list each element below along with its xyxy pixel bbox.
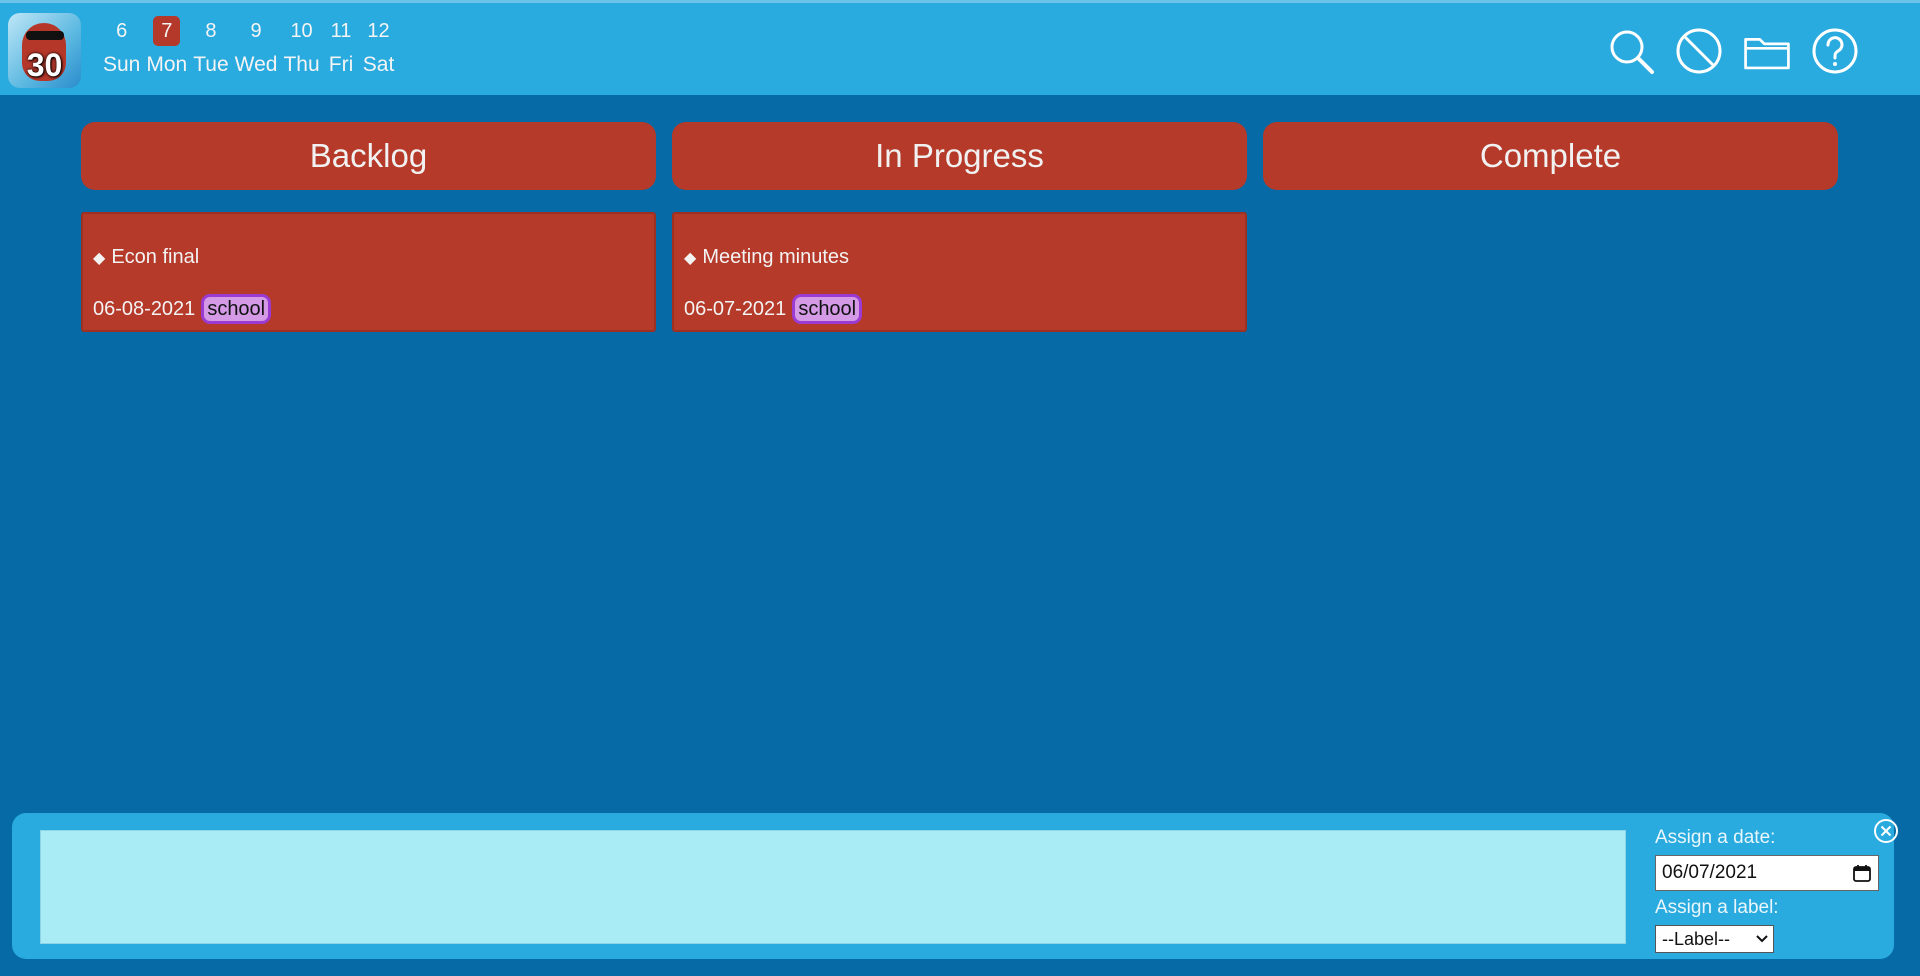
day-mon[interactable]: 7 Mon [143, 16, 190, 77]
card-title-text: Meeting minutes [702, 246, 850, 268]
column-backlog: Backlog ◆ Econ final 06-08-2021 school [81, 122, 656, 332]
label-label: Assign a label: [1655, 897, 1779, 918]
day-number: 11 [330, 20, 352, 42]
day-sun[interactable]: 6 Sun [100, 16, 143, 77]
card-list: ◆ Meeting minutes 06-07-2021 school [672, 212, 1247, 332]
card-meta: 06-08-2021 school [93, 294, 272, 324]
date-input[interactable]: 06/07/2021 [1655, 855, 1879, 891]
day-thu[interactable]: 10 Thu [280, 16, 322, 77]
day-name: Sat [362, 53, 395, 76]
day-name: Thu [283, 53, 320, 76]
column-in-progress: In Progress ◆ Meeting minutes 06-07-2021 … [672, 122, 1247, 332]
day-name: Sun [103, 53, 141, 76]
composer-options: Assign a date: 06/07/2021 Assign a label… [1655, 827, 1885, 953]
chevron-down-icon [1756, 935, 1768, 943]
diamond-icon: ◆ [93, 250, 106, 267]
day-number: 9 [250, 20, 262, 42]
card-title: ◆ Meeting minutes [684, 246, 849, 269]
card-list: ◆ Econ final 06-08-2021 school [81, 212, 656, 332]
app-logo[interactable]: 30 [8, 13, 81, 88]
kanban-board: Backlog ◆ Econ final 06-08-2021 school In… [81, 122, 1838, 332]
task-card[interactable]: ◆ Meeting minutes 06-07-2021 school [672, 212, 1247, 332]
card-meta: 06-07-2021 school [684, 294, 863, 324]
task-text-input[interactable] [40, 830, 1626, 944]
top-bar: 30 6 Sun 7 Mon 8 Tue 9 Wed 10 Thu 11 Fri… [0, 0, 1920, 95]
week-selector: 6 Sun 7 Mon 8 Tue 9 Wed 10 Thu 11 Fri 12… [100, 16, 398, 77]
search-icon [1610, 30, 1654, 74]
date-value: 06/07/2021 [1662, 862, 1758, 883]
card-date: 06-07-2021 [684, 297, 787, 320]
block-button[interactable] [1674, 25, 1724, 77]
day-tue[interactable]: 8 Tue [190, 16, 231, 77]
logo-sunglasses [26, 31, 64, 40]
diamond-icon: ◆ [684, 250, 697, 267]
day-name: Wed [234, 53, 278, 76]
day-number: 10 [290, 20, 313, 42]
app-root: 30 6 Sun 7 Mon 8 Tue 9 Wed 10 Thu 11 Fri… [0, 0, 1920, 976]
day-wed[interactable]: 9 Wed [232, 16, 281, 77]
date-label: Assign a date: [1655, 827, 1776, 848]
day-number: 12 [367, 20, 390, 42]
column-header[interactable]: Backlog [81, 122, 656, 190]
card-label-tag[interactable]: school [792, 294, 863, 324]
label-select[interactable]: --Label-- [1655, 925, 1774, 953]
day-number: 8 [205, 20, 217, 42]
task-composer: Assign a date: 06/07/2021 Assign a label… [12, 813, 1898, 959]
folder-button[interactable] [1742, 25, 1792, 77]
label-select-value: --Label-- [1662, 928, 1731, 949]
help-icon [1812, 28, 1858, 74]
help-button[interactable] [1810, 25, 1860, 77]
card-label-tag[interactable]: school [201, 294, 272, 324]
task-card[interactable]: ◆ Econ final 06-08-2021 school [81, 212, 656, 332]
day-number: 7 [153, 16, 181, 46]
day-number: 6 [116, 20, 128, 42]
card-date: 06-08-2021 [93, 297, 196, 320]
block-icon [1676, 28, 1722, 74]
day-name: Tue [193, 53, 229, 76]
close-icon[interactable] [1872, 817, 1900, 845]
column-header[interactable]: Complete [1263, 122, 1838, 190]
logo-number: 30 [26, 47, 63, 83]
day-fri[interactable]: 11 Fri [323, 16, 360, 77]
card-title-text: Econ final [111, 246, 200, 268]
day-name: Mon [146, 53, 188, 76]
search-button[interactable] [1606, 25, 1656, 77]
day-sat[interactable]: 12 Sat [359, 16, 397, 77]
card-title: ◆ Econ final [93, 246, 199, 269]
column-header[interactable]: In Progress [672, 122, 1247, 190]
calendar-icon[interactable] [1852, 863, 1872, 883]
column-complete: Complete [1263, 122, 1838, 332]
folder-icon [1744, 38, 1790, 70]
day-name: Fri [328, 53, 354, 76]
toolbar [1606, 25, 1860, 77]
